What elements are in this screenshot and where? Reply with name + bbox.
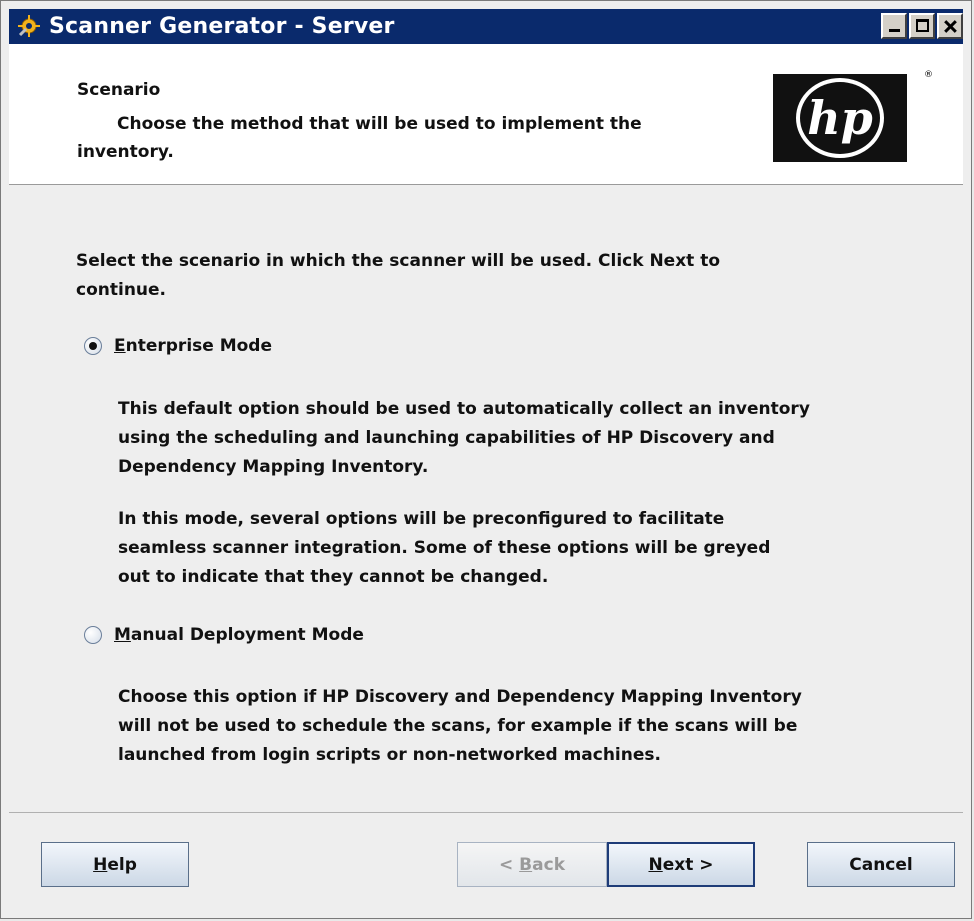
manual-deployment-mnemonic: M: [114, 625, 131, 645]
wizard-header: Scenario Choose the method that will be …: [9, 44, 963, 185]
enterprise-mode-radio[interactable]: [84, 337, 102, 355]
manual-deployment-mode-label[interactable]: Manual Deployment Mode: [114, 625, 364, 645]
enterprise-mode-label[interactable]: Enterprise Mode: [114, 336, 272, 356]
enterprise-mode-details: In this mode, several options will be pr…: [118, 505, 918, 592]
manual-desc-line: launched from login scripts or non-netwo…: [118, 745, 661, 765]
manual-deployment-mode-option[interactable]: Manual Deployment Mode: [84, 625, 364, 645]
minimize-icon[interactable]: [881, 13, 907, 39]
wizard-content: Select the scenario in which the scanner…: [9, 185, 963, 812]
back-label-rest: ack: [532, 854, 565, 875]
enterprise-detail-line: seamless scanner integration. Some of th…: [118, 538, 771, 558]
next-mnemonic: N: [648, 854, 663, 875]
enterprise-detail-line: out to indicate that they cannot be chan…: [118, 567, 549, 587]
intro-line2: continue.: [76, 280, 167, 300]
manual-desc-line: Choose this option if HP Discovery and D…: [118, 687, 802, 707]
manual-deployment-description: Choose this option if HP Discovery and D…: [118, 683, 918, 770]
page-title: Scenario: [77, 80, 161, 100]
help-button[interactable]: Help: [41, 842, 189, 887]
back-button[interactable]: < Back: [457, 842, 607, 887]
enterprise-mode-option[interactable]: Enterprise Mode: [84, 336, 272, 356]
cancel-button[interactable]: Cancel: [807, 842, 955, 887]
enterprise-desc-line: using the scheduling and launching capab…: [118, 428, 775, 448]
intro-text: Select the scenario in which the scanner…: [76, 247, 846, 305]
title-bar[interactable]: Scanner Generator - Server: [9, 9, 963, 44]
maximize-icon[interactable]: [909, 13, 935, 39]
page-description: Choose the method that will be used to i…: [77, 110, 737, 166]
window-controls: [881, 13, 963, 39]
manual-deployment-label-rest: anual Deployment Mode: [130, 625, 364, 645]
page-description-line2: inventory.: [77, 142, 174, 162]
next-label-rest: ext >: [662, 854, 714, 875]
enterprise-description: This default option should be used to au…: [118, 395, 918, 482]
gear-wrench-icon: [18, 15, 40, 37]
page-description-line1: Choose the method that will be used to i…: [117, 114, 642, 134]
intro-line1: Select the scenario in which the scanner…: [76, 251, 721, 271]
close-icon[interactable]: [937, 13, 963, 39]
help-mnemonic: H: [93, 854, 108, 875]
help-label-rest: elp: [107, 854, 137, 875]
hp-logo-text: hp: [807, 91, 873, 145]
manual-desc-line: will not be used to schedule the scans, …: [118, 716, 798, 736]
logo-registered-mark: ®: [924, 70, 933, 80]
enterprise-mode-label-rest: nterprise Mode: [125, 336, 273, 356]
back-prefix: <: [499, 854, 520, 875]
enterprise-desc-line: This default option should be used to au…: [118, 399, 810, 419]
hp-logo: hp: [773, 74, 907, 162]
manual-deployment-mode-radio[interactable]: [84, 626, 102, 644]
dialog-window: Scanner Generator - Server Scenario Choo…: [0, 0, 972, 919]
enterprise-mode-mnemonic: E: [114, 336, 126, 356]
back-mnemonic: B: [519, 854, 533, 875]
window-title: Scanner Generator - Server: [49, 14, 395, 39]
enterprise-detail-line: In this mode, several options will be pr…: [118, 509, 725, 529]
button-bar: Help < Back Next > Cancel: [9, 812, 963, 911]
next-button[interactable]: Next >: [607, 842, 755, 887]
enterprise-desc-line: Dependency Mapping Inventory.: [118, 457, 429, 477]
